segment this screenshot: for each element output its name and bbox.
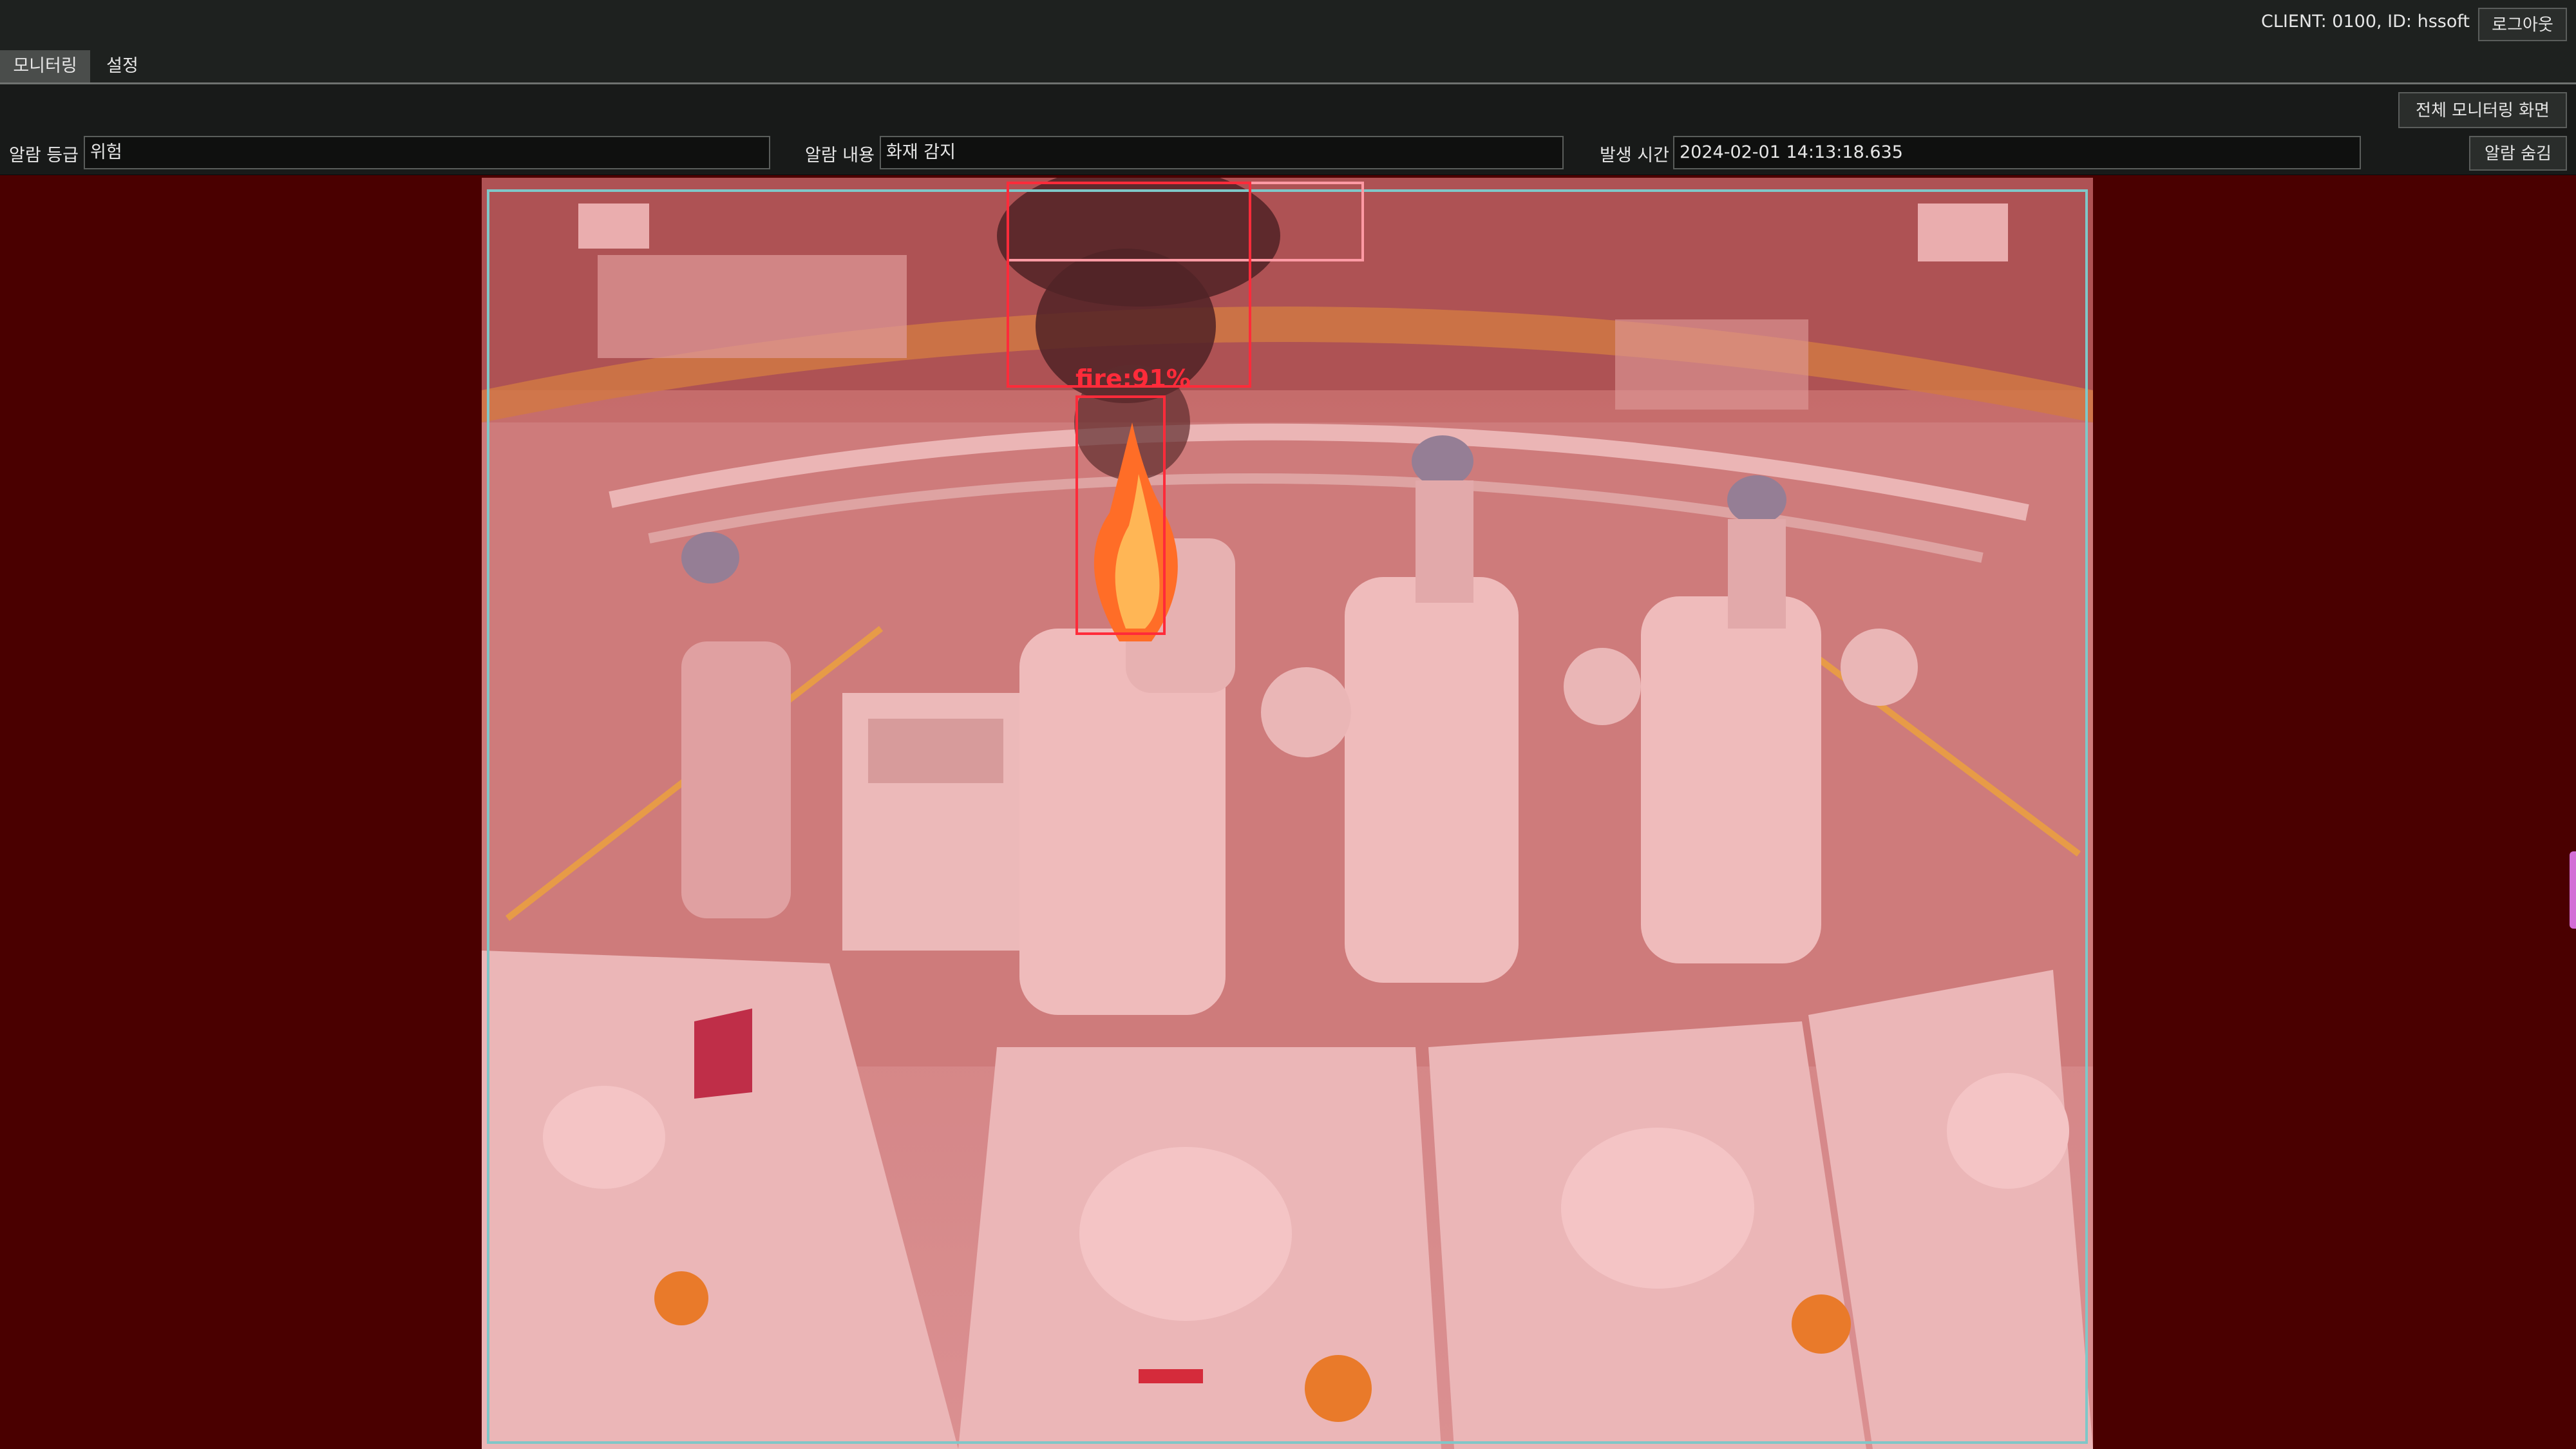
alarm-content-field: 화재 감지: [880, 136, 1564, 169]
alarm-content-label: 알람 내용: [805, 146, 875, 166]
alarm-level-label: 알람 등급: [9, 146, 79, 166]
camera-feed[interactable]: fire:91%: [482, 178, 2093, 1449]
monitoring-view: fire:91%: [0, 175, 2576, 1449]
fire-detection-label: fire:91%: [1075, 365, 1191, 393]
alarm-toolbar: 전체 모니터링 화면 알람 등급 위험 알람 내용 화재 감지 발생 시간 20…: [0, 84, 2576, 175]
tab-settings[interactable]: 설정: [97, 50, 148, 82]
side-panel-handle[interactable]: [2570, 851, 2576, 929]
smoke-detection-box: [1007, 182, 1251, 388]
logout-button[interactable]: 로그아웃: [2478, 8, 2567, 41]
clear-alarm-button[interactable]: 알람 숨김: [2469, 136, 2567, 171]
tab-monitoring[interactable]: 모니터링: [0, 50, 90, 82]
full-monitoring-button[interactable]: 전체 모니터링 화면: [2398, 92, 2567, 128]
alarm-tint-overlay: [482, 178, 2093, 1449]
alarm-time-field: 2024-02-01 14:13:18.635: [1673, 136, 2361, 169]
alarm-time-label: 발생 시간: [1600, 146, 1669, 166]
tab-strip: 모니터링 설정: [0, 50, 2576, 84]
client-info: CLIENT: 0100, ID: hssoft: [2260, 12, 2470, 32]
factory-scene: [482, 178, 2093, 1449]
top-bar: CLIENT: 0100, ID: hssoft 로그아웃: [0, 0, 2576, 50]
fire-detection-box: [1075, 395, 1166, 635]
alarm-level-field: 위험: [84, 136, 770, 169]
